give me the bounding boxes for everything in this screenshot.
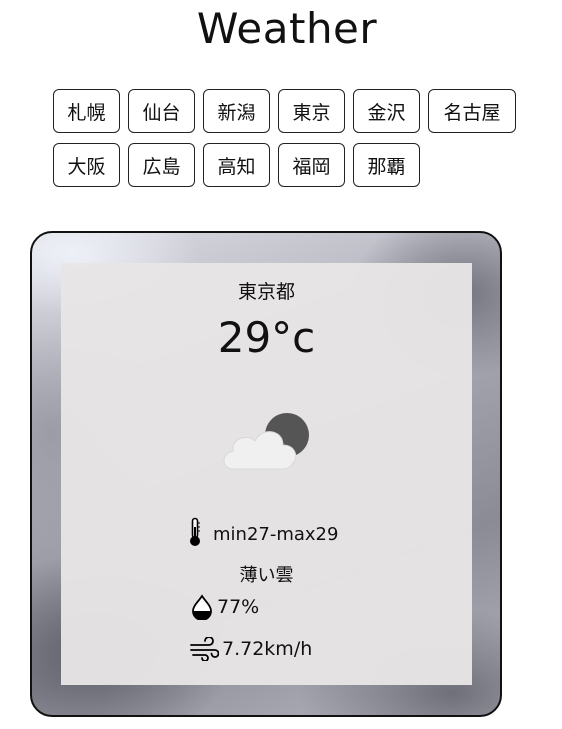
page-title: Weather	[196, 4, 378, 53]
wind-row: 7.72km/h	[189, 637, 312, 661]
humidity-row: 77%	[191, 594, 259, 620]
city-button-fukuoka[interactable]: 福岡	[278, 143, 345, 187]
city-selector: 札幌 仙台 新潟 東京 金沢 名古屋 大阪 広島 高知 福岡 那覇	[53, 89, 533, 197]
weather-app: Weather 札幌 仙台 新潟 東京 金沢 名古屋 大阪 広島 高知 福岡 那…	[0, 0, 562, 729]
city-button-sendai[interactable]: 仙台	[128, 89, 195, 133]
humidity-value: 77%	[217, 596, 260, 618]
city-button-kanazawa[interactable]: 金沢	[353, 89, 420, 133]
city-button-kochi[interactable]: 高知	[203, 143, 270, 187]
city-button-osaka[interactable]: 大阪	[53, 143, 120, 187]
thermometer-icon	[190, 517, 200, 546]
city-button-sapporo[interactable]: 札幌	[53, 89, 120, 133]
city-button-niigata[interactable]: 新潟	[203, 89, 270, 133]
min-max-temperature: min27-max29	[213, 524, 339, 545]
weather-panel: 東京都 29°c min27-max29 薄い雲 77% 7.72km/h	[61, 263, 472, 685]
minmax-row: min27-max29	[187, 517, 338, 547]
location-name: 東京都	[237, 281, 295, 303]
wind-speed-value: 7.72km/h	[222, 638, 313, 660]
cloudy-icon	[223, 413, 309, 470]
city-button-tokyo[interactable]: 東京	[278, 89, 345, 133]
humidity-drop-icon	[192, 594, 212, 620]
weather-card: 東京都 29°c min27-max29 薄い雲 77% 7.72km/h	[30, 231, 502, 717]
weather-description: 薄い雲	[239, 565, 294, 586]
city-button-nagoya[interactable]: 名古屋	[428, 89, 516, 133]
wind-icon	[190, 637, 219, 661]
city-button-hiroshima[interactable]: 広島	[128, 143, 195, 187]
current-temperature: 29°c	[217, 313, 316, 362]
city-row-1: 札幌 仙台 新潟 東京 金沢 名古屋	[53, 89, 533, 133]
city-button-naha[interactable]: 那覇	[353, 143, 420, 187]
city-row-2: 大阪 広島 高知 福岡 那覇	[53, 143, 533, 187]
